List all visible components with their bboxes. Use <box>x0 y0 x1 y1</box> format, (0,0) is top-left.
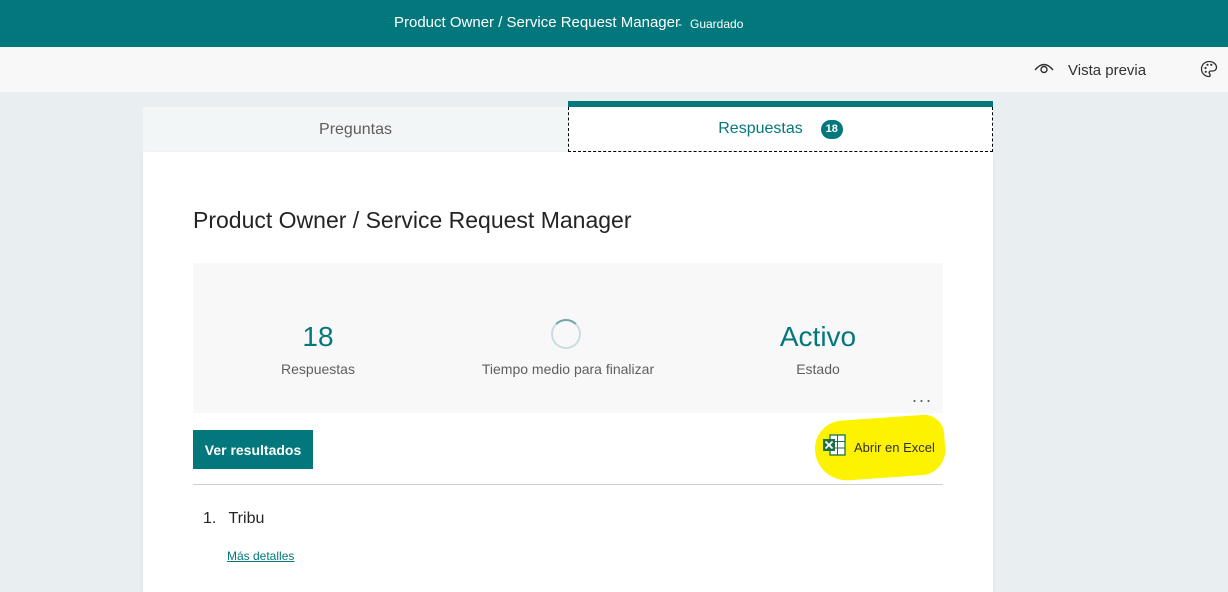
open-in-excel-button[interactable]: Abrir en Excel <box>822 434 935 461</box>
toolbar: Vista previa <box>0 47 1228 92</box>
tab-label: Respuestas <box>718 120 803 137</box>
state-caption: Estado <box>796 361 840 377</box>
tab-preguntas[interactable]: Preguntas <box>143 107 568 152</box>
eye-icon <box>1034 61 1054 80</box>
open-in-excel-label: Abrir en Excel <box>854 440 935 455</box>
preview-label: Vista previa <box>1068 61 1147 79</box>
theme-button[interactable] <box>1200 60 1220 80</box>
response-count-badge: 18 <box>820 119 843 139</box>
question-number: 1. <box>203 510 217 527</box>
view-results-button[interactable]: Ver resultados <box>193 430 313 469</box>
responses-caption: Respuestas <box>281 361 355 377</box>
divider <box>193 484 943 485</box>
form-title: Product Owner / Service Request Manager <box>193 207 632 233</box>
avg-time-caption: Tiempo medio para finalizar <box>481 361 655 377</box>
header-title: Product Owner / Service Request Manager <box>394 14 680 31</box>
state-value: Activo <box>779 321 857 352</box>
palette-icon <box>1200 60 1218 82</box>
preview-button[interactable]: Vista previa <box>1034 59 1146 81</box>
excel-icon <box>822 434 846 461</box>
tab-respuestas[interactable]: Respuestas 18 <box>568 107 993 152</box>
more-options-button[interactable]: ... <box>912 386 933 407</box>
question-item: 1. Tribu <box>203 510 264 528</box>
responses-card: Product Owner / Service Request Manager … <box>143 152 993 592</box>
app-header: Product Owner / Service Request Manager … <box>0 0 1228 47</box>
loading-spinner-icon <box>551 319 581 349</box>
header-separator: - <box>678 17 682 31</box>
question-title: Tribu <box>228 510 265 527</box>
save-status: Guardado <box>690 17 744 31</box>
tab-label: Preguntas <box>319 120 392 138</box>
responses-count: 18 <box>302 321 334 352</box>
more-details-link[interactable]: Más detalles <box>227 549 294 563</box>
summary-panel: 18 Respuestas Tiempo medio para finaliza… <box>193 263 943 413</box>
